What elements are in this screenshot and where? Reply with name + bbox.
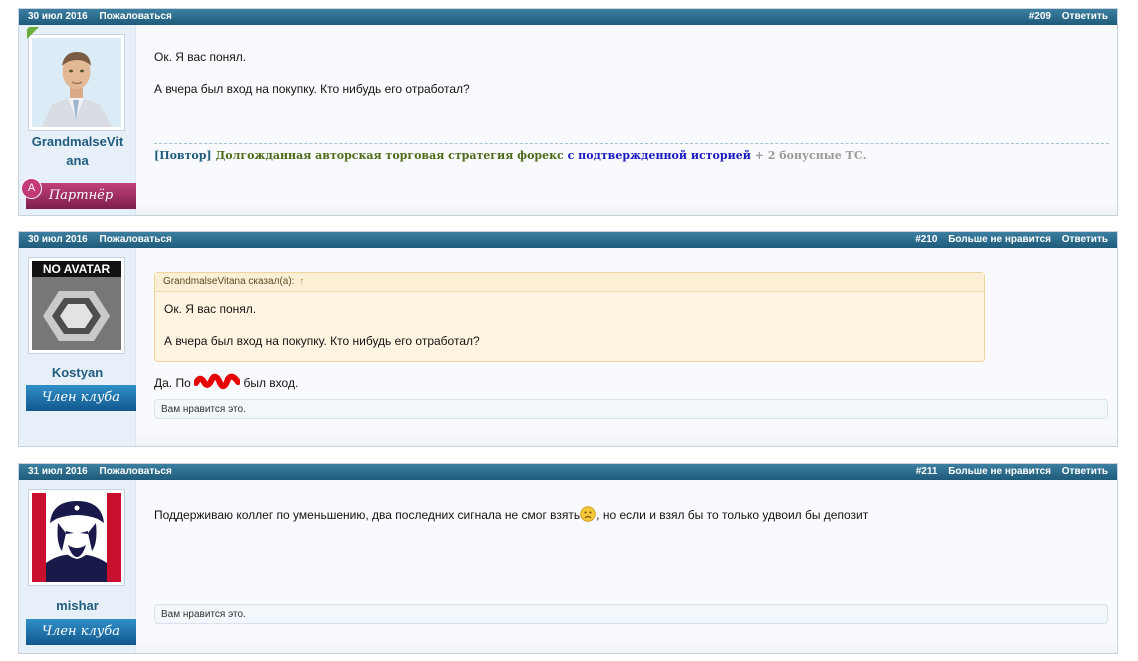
signature: [Повтор] Долгожданная авторская торговая… — [154, 149, 866, 162]
reply-link[interactable]: Ответить — [1062, 11, 1108, 22]
post-date[interactable]: 31 июл 2016 — [28, 466, 88, 477]
report-link[interactable]: Пожаловаться — [100, 466, 172, 477]
quote-line: А вчера был вход на покупку. Кто нибудь … — [164, 334, 480, 348]
message-text-end: был вход. — [243, 376, 299, 390]
signature-divider — [154, 143, 1109, 144]
report-link[interactable]: Пожаловаться — [100, 11, 172, 22]
username-link[interactable]: mishar — [19, 596, 136, 615]
message-text-end: , но если и взял бы то только удвоил бы … — [596, 508, 869, 522]
post-header: 30 июл 2016 Пожаловаться #210 Больше не … — [19, 232, 1117, 248]
user-photo-icon — [32, 38, 121, 127]
user-info: GrandmalseVit ana A Партнёр — [19, 25, 136, 215]
redaction-scribble-icon — [194, 373, 241, 390]
no-avatar-icon: NO AVATAR — [32, 261, 121, 350]
post-210: 30 июл 2016 Пожаловаться #210 Больше не … — [18, 231, 1118, 447]
avatar[interactable]: NO AVATAR — [28, 257, 125, 354]
username-line-1: GrandmalseVit — [31, 134, 124, 149]
report-link[interactable]: Пожаловаться — [100, 234, 172, 245]
quote-header: GrandmalseVitana сказал(а): ↑ — [155, 273, 984, 292]
post-number[interactable]: #210 — [915, 234, 937, 245]
post-footer — [136, 641, 1117, 653]
post-number[interactable]: #211 — [916, 466, 938, 477]
post-message: Поддерживаю коллег по уменьшению, два по… — [154, 506, 868, 523]
quote-block: GrandmalseVitana сказал(а): ↑ Ок. Я вас … — [154, 272, 985, 362]
user-title-badge: Член клуба — [26, 385, 136, 411]
sad-face-icon — [580, 506, 596, 522]
reply-link[interactable]: Ответить — [1062, 234, 1108, 245]
post-header: 31 июл 2016 Пожаловаться #211 Больше не … — [19, 464, 1117, 480]
post-message: Да. По был вход. — [154, 373, 298, 391]
user-title-badge: Член клуба — [26, 619, 136, 645]
avatar[interactable] — [28, 489, 125, 586]
message-line: Ок. Я вас понял. — [154, 50, 247, 64]
username-line-2: ana — [66, 153, 89, 168]
likes-summary: Вам нравится это. — [154, 604, 1108, 624]
post-209: 30 июл 2016 Пожаловаться #209 Ответить G… — [18, 8, 1118, 216]
no-avatar-caption: NO AVATAR — [43, 262, 111, 276]
reply-link[interactable]: Ответить — [1062, 466, 1108, 477]
signature-bonus: + 2 бонусные ТС. — [754, 149, 867, 162]
quote-author: GrandmalseVitana сказал(а): — [163, 276, 295, 287]
badge-letter-icon: A — [21, 178, 42, 199]
post-211: 31 июл 2016 Пожаловаться #211 Больше не … — [18, 463, 1118, 654]
likes-summary: Вам нравится это. — [154, 399, 1108, 419]
signature-link-history[interactable]: с подтвержденной историей — [568, 149, 751, 162]
signature-link-strategy[interactable]: Долгожданная авторская торговая стратеги… — [215, 149, 563, 162]
user-info: NO AVATAR Kostyan Член клуба — [19, 248, 136, 446]
username-link[interactable]: Kostyan — [19, 363, 136, 382]
user-title-badge: A Партнёр — [21, 178, 136, 209]
signature-link-repeat[interactable]: [Повтор] — [154, 149, 212, 162]
quote-line: Ок. Я вас понял. — [164, 302, 257, 316]
che-portrait-icon — [32, 493, 121, 582]
post-date[interactable]: 30 июл 2016 — [28, 11, 88, 22]
post-footer — [136, 434, 1117, 446]
username-link[interactable]: GrandmalseVit ana — [19, 132, 136, 170]
message-line: А вчера был вход на покупку. Кто нибудь … — [154, 82, 470, 96]
quote-jump-icon[interactable]: ↑ — [299, 276, 304, 287]
post-message: Ок. Я вас понял. А вчера был вход на пок… — [154, 49, 470, 113]
message-text-start: Поддерживаю коллег по уменьшению, два по… — [154, 508, 581, 522]
quote-body: Ок. Я вас понял. А вчера был вход на пок… — [155, 292, 984, 358]
message-text-start: Да. По — [154, 376, 191, 390]
corner-flag-icon — [27, 27, 39, 39]
avatar[interactable] — [28, 34, 125, 131]
badge-label: Партнёр — [48, 188, 114, 203]
post-footer — [136, 203, 1117, 215]
user-info: mishar Член клуба — [19, 480, 136, 653]
post-number[interactable]: #209 — [1029, 11, 1051, 22]
post-date[interactable]: 30 июл 2016 — [28, 234, 88, 245]
unlike-link[interactable]: Больше не нравится — [948, 466, 1051, 477]
unlike-link[interactable]: Больше не нравится — [948, 234, 1051, 245]
post-header: 30 июл 2016 Пожаловаться #209 Ответить — [19, 9, 1117, 25]
